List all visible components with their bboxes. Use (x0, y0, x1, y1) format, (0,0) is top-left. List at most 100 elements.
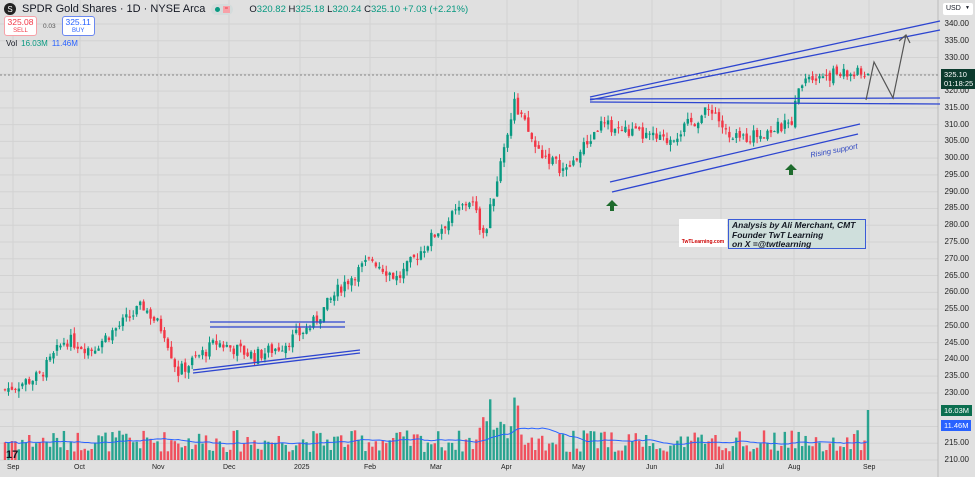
candle-body (852, 74, 856, 77)
volume-bar (201, 443, 204, 460)
buy-button[interactable]: 325.11 BUY (61, 16, 95, 36)
volume-bar (31, 446, 34, 460)
candle-body (513, 98, 516, 121)
sell-button[interactable]: 325.08 SELL (4, 16, 37, 36)
candle-body (443, 226, 447, 229)
market-status-toggle[interactable]: = (211, 3, 234, 15)
volume-tag: 16.03M (941, 405, 973, 416)
time-tick: Aug (788, 464, 801, 471)
volume-bar (530, 437, 534, 460)
candle-body (721, 120, 724, 128)
candle-body (343, 281, 346, 292)
candle-body (288, 345, 291, 347)
candle-body (707, 108, 710, 110)
volume-bar (312, 431, 315, 460)
last-price-tag: 325.10 01:18:25 (941, 69, 975, 89)
volume-bar (142, 430, 145, 460)
price-tick: 275.00 (944, 237, 969, 246)
candle-body (173, 359, 177, 368)
volume-bar (485, 421, 488, 460)
volume-bar (572, 430, 575, 460)
trendline (589, 20, 941, 98)
volume-bar (603, 431, 606, 460)
candle-body (125, 314, 128, 318)
volume-bar (100, 436, 104, 460)
volume-bar (849, 449, 852, 460)
candle-body (783, 120, 787, 129)
volume-bar (59, 447, 62, 460)
volume-bar (568, 451, 572, 460)
volume-bar (703, 443, 707, 460)
candle-body (558, 159, 561, 174)
candle-body (658, 134, 662, 140)
time-tick: 2025 (294, 464, 310, 471)
candle-body (839, 74, 842, 76)
candle-body (475, 201, 478, 211)
candle-body (700, 115, 703, 123)
volume-bar (783, 431, 787, 460)
time-tick: Oct (74, 464, 85, 471)
candle-body (464, 203, 468, 206)
volume-bar (738, 431, 741, 460)
volume-bar (627, 434, 631, 460)
candle-body (38, 371, 41, 373)
candle-body (145, 310, 149, 313)
time-tick: May (572, 464, 586, 471)
volume-bar (48, 446, 52, 460)
candle-body (416, 258, 419, 260)
symbol-logo-icon: S (4, 3, 16, 15)
volume-bar (471, 449, 475, 460)
volume-bar (669, 445, 672, 460)
volume-bar (620, 450, 624, 460)
candle-body (752, 130, 755, 143)
candle-body (780, 123, 783, 132)
candle-body (93, 350, 97, 354)
candle-body (703, 107, 707, 115)
volume-bar (565, 451, 568, 460)
tradingview-logo[interactable]: 17 (6, 449, 18, 461)
volume-bar (409, 445, 412, 460)
candle-body (745, 133, 748, 142)
volume-bar (527, 442, 530, 460)
symbol-header: S SPDR Gold Shares · 1D · NYSE Arca = O3… (4, 3, 468, 15)
candle-body (811, 76, 814, 81)
candle-body (568, 165, 572, 167)
candle-body (520, 112, 523, 114)
candle-body (523, 115, 527, 120)
candle-body (644, 132, 648, 138)
volume-bar (835, 450, 839, 460)
candle-body (395, 276, 398, 281)
candle-body (825, 74, 828, 76)
candle-body (159, 318, 163, 332)
volume-bar (381, 440, 384, 460)
price-tick: 245.00 (944, 337, 969, 347)
price-tick: 335.00 (944, 35, 969, 45)
volume-bar (398, 432, 402, 460)
volume-bar (651, 443, 655, 460)
price-tick: 315.00 (944, 102, 969, 112)
price-tick: 295.00 (944, 169, 969, 179)
volume-bar (97, 435, 100, 460)
volume-bar (683, 447, 686, 460)
volume-bar (832, 437, 835, 460)
candle-body (14, 388, 17, 390)
candle-body (215, 340, 218, 345)
volume-bar (225, 451, 229, 460)
volume-bar (180, 447, 183, 460)
volume-legend[interactable]: Vol 16.03M 11.46M (6, 39, 78, 48)
candle-body (551, 157, 554, 165)
candle-body (662, 134, 665, 137)
candle-body (492, 198, 495, 207)
volume-bar (270, 442, 274, 460)
candle-body (166, 338, 170, 348)
volume-bar (177, 443, 180, 460)
volume-bar (676, 440, 679, 460)
currency-select[interactable]: USD ▼ (943, 3, 973, 15)
candle-body (572, 160, 575, 166)
trade-panel: 325.08 SELL 0.03 325.11 BUY (4, 16, 95, 36)
volume-bar (554, 444, 558, 460)
candle-body (41, 374, 45, 377)
volume-bar (90, 448, 93, 460)
symbol-title[interactable]: SPDR Gold Shares · 1D · NYSE Arca (22, 3, 205, 15)
price-tick: 270.00 (944, 253, 969, 263)
